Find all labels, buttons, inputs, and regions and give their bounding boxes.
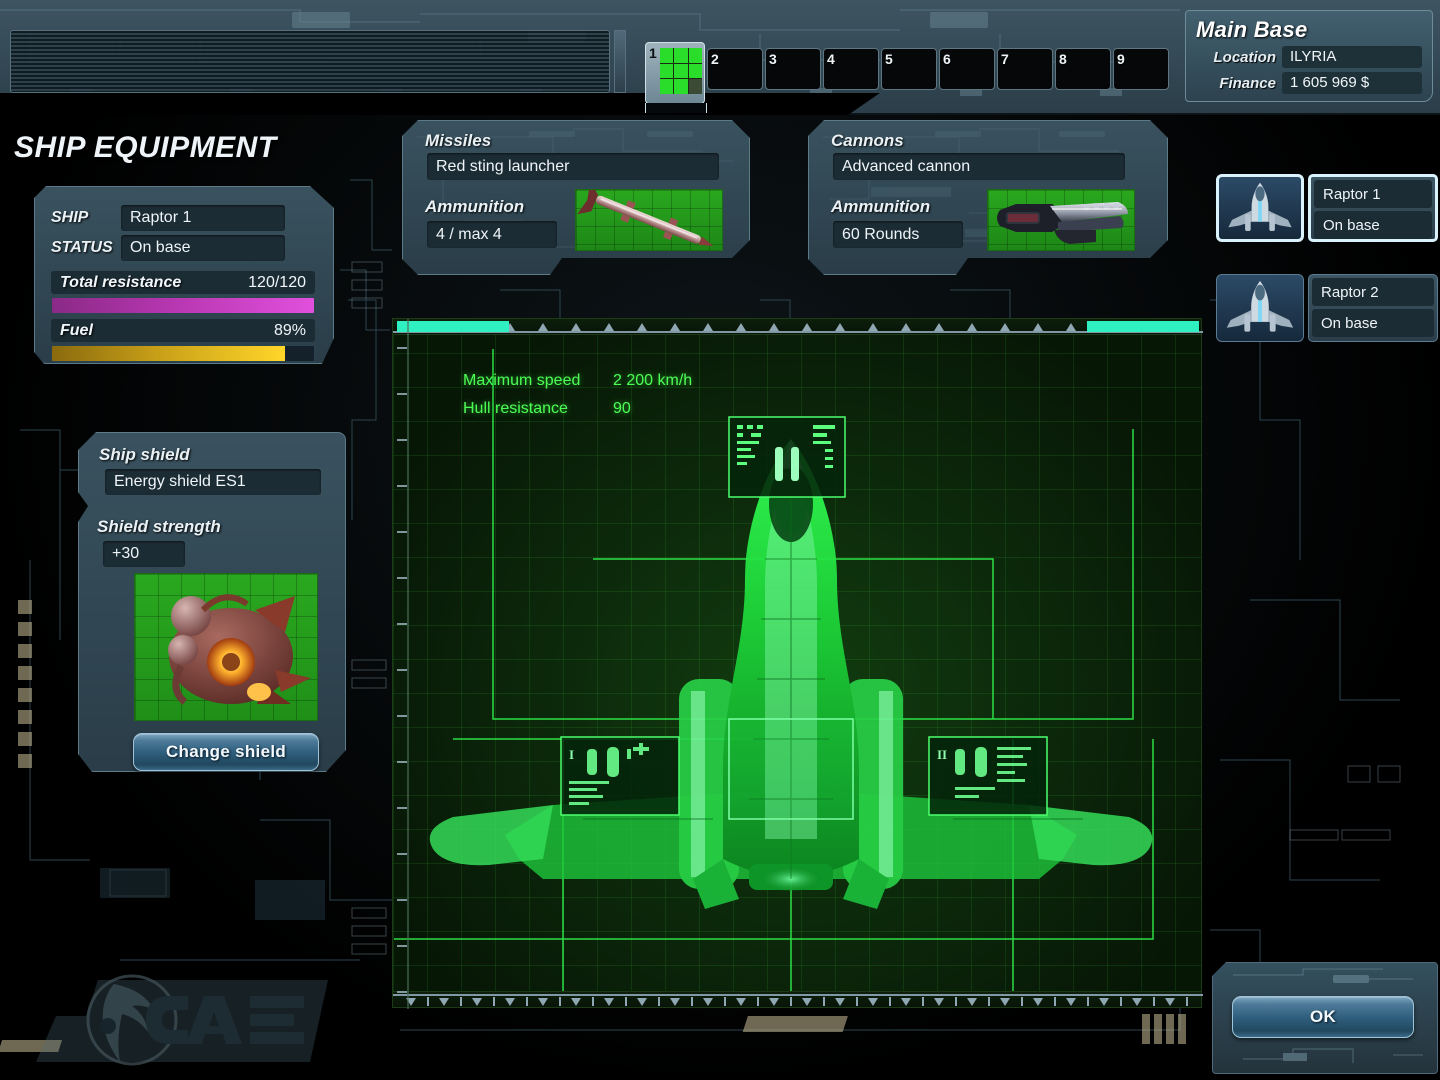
base-tab-number: 6 bbox=[943, 51, 951, 67]
blueprint-stats: Maximum speed 2 200 km/h Hull resistance 9… bbox=[463, 367, 692, 423]
base-tab-4[interactable]: 4 bbox=[823, 48, 879, 90]
main-base-finance-row: Finance 1 605 969 $ bbox=[1196, 71, 1422, 95]
resistance-bar-fill bbox=[52, 298, 314, 313]
ok-button[interactable]: OK bbox=[1232, 996, 1414, 1038]
hull-resistance-label: Hull resistance bbox=[463, 400, 568, 417]
base-tab-5[interactable]: 5 bbox=[881, 48, 937, 90]
resistance-label: Total resistance bbox=[60, 273, 182, 291]
missiles-title: Missiles bbox=[425, 131, 492, 150]
fuel-bar-fill bbox=[52, 346, 286, 361]
cab-logo-graphic bbox=[36, 974, 328, 1066]
main-base-title: Main Base bbox=[1196, 17, 1308, 42]
base-tab-bar[interactable]: 1 2 3 4 5 6 7 8 9 bbox=[645, 42, 1171, 113]
resistance-value: 120/120 bbox=[248, 273, 306, 291]
cab-logo bbox=[28, 970, 348, 1072]
ship-blueprint-viewport[interactable]: I II Maximum speed 2 200 km/h Hull resis… bbox=[392, 318, 1203, 1009]
main-base-location-row: Location ILYRIA bbox=[1196, 45, 1422, 69]
base-minimap-icon bbox=[660, 48, 702, 94]
missiles-panel: Missiles Red sting launcher Ammunition 4… bbox=[402, 120, 750, 275]
max-speed-label: Maximum speed bbox=[463, 372, 581, 389]
base-tab-1[interactable]: 1 bbox=[645, 42, 707, 113]
ship-icon bbox=[1228, 182, 1292, 232]
ship-icon bbox=[1226, 280, 1294, 332]
base-tab-number: 7 bbox=[1001, 51, 1009, 67]
ship-card-name: Raptor 2 bbox=[1312, 278, 1434, 306]
base-tab-8[interactable]: 8 bbox=[1055, 48, 1111, 90]
finance-label: Finance bbox=[1219, 74, 1276, 92]
cannons-ammo-value: 60 Rounds bbox=[833, 221, 963, 248]
shield-sprite bbox=[168, 594, 311, 705]
cannons-ammo-label: Ammunition bbox=[831, 197, 931, 216]
callout-cockpit bbox=[728, 416, 846, 498]
base-tab-9[interactable]: 9 bbox=[1113, 48, 1169, 90]
ship-info-panel: SHIP Raptor 1 STATUS On base Total resis… bbox=[34, 186, 334, 364]
finance-value: 1 605 969 $ bbox=[1282, 72, 1422, 94]
ship-card-status: On base bbox=[1312, 309, 1434, 337]
callout-right-weapon: II bbox=[928, 736, 1048, 816]
callout-left-weapon: I bbox=[560, 736, 680, 816]
ship-card[interactable]: Raptor 1 On base bbox=[1216, 174, 1438, 242]
fuel-value: 89% bbox=[273, 321, 306, 339]
cannon-sprite bbox=[997, 202, 1128, 244]
base-tab-number: 8 bbox=[1059, 51, 1067, 67]
cannons-title: Cannons bbox=[831, 131, 904, 150]
total-resistance-meter: Total resistance 120/120 bbox=[51, 271, 315, 314]
hull-resistance-value: 90 bbox=[613, 400, 631, 417]
base-tab-number: 3 bbox=[769, 51, 777, 67]
base-tab-7[interactable]: 7 bbox=[997, 48, 1053, 90]
blueprint-left-ruler bbox=[397, 319, 409, 1009]
ship-thumbnail[interactable] bbox=[1216, 174, 1304, 242]
base-tab-number: 9 bbox=[1117, 51, 1125, 67]
blueprint-bottom-rail bbox=[393, 991, 1203, 1007]
missiles-ammo-value: 4 / max 4 bbox=[427, 221, 557, 248]
game-window: 1 2 3 4 5 6 7 8 9 Main Base Location ILYRIA Fina… bbox=[0, 0, 1440, 1080]
base-tab-number: 5 bbox=[885, 51, 893, 67]
svg-text:II: II bbox=[937, 747, 947, 762]
cannon-item-image bbox=[987, 189, 1135, 251]
status-label: STATUS bbox=[51, 239, 113, 256]
base-tab-number: 4 bbox=[827, 51, 835, 67]
location-label: Location bbox=[1213, 48, 1277, 66]
base-tab-3[interactable]: 3 bbox=[765, 48, 821, 90]
missiles-name-value: Red sting launcher bbox=[427, 153, 719, 180]
ship-label: SHIP bbox=[51, 209, 89, 226]
cannons-panel: Cannons Advanced cannon Ammunition 60 Ro… bbox=[808, 120, 1168, 275]
shield-title: Ship shield bbox=[99, 445, 190, 464]
ship-card-info: Raptor 1 On base bbox=[1308, 174, 1438, 242]
max-speed-value: 2 200 km/h bbox=[613, 372, 693, 389]
blueprint-top-rail bbox=[393, 319, 1203, 335]
shield-strength-label: Shield strength bbox=[97, 517, 221, 536]
base-tab-2[interactable]: 2 bbox=[707, 48, 763, 90]
ship-thumbnail[interactable] bbox=[1216, 274, 1304, 342]
missile-item-image bbox=[575, 189, 723, 251]
ship-card[interactable]: Raptor 2 On base bbox=[1216, 274, 1438, 342]
base-tab-6[interactable]: 6 bbox=[939, 48, 995, 90]
cannons-name-value: Advanced cannon bbox=[833, 153, 1125, 180]
base-tab-number: 1 bbox=[649, 45, 657, 61]
page-title: SHIP EQUIPMENT bbox=[14, 131, 277, 164]
ship-list-frame bbox=[1204, 115, 1440, 1080]
missiles-ammo-label: Ammunition bbox=[425, 197, 525, 216]
status-value: On base bbox=[121, 235, 285, 261]
ship-card-status: On base bbox=[1314, 211, 1432, 239]
fuel-label: Fuel bbox=[60, 321, 93, 339]
ship-value: Raptor 1 bbox=[121, 205, 285, 231]
fuel-meter: Fuel 89% bbox=[51, 319, 315, 362]
location-value: ILYRIA bbox=[1282, 46, 1422, 68]
top-display-strip-end bbox=[614, 30, 626, 93]
ship-shield-panel: Ship shield Energy shield ES1 Shield str… bbox=[78, 432, 346, 772]
ship-card-name: Raptor 1 bbox=[1314, 180, 1432, 208]
change-shield-button[interactable]: Change shield bbox=[133, 733, 319, 771]
top-display-strip bbox=[10, 30, 610, 93]
main-base-info: Main Base Location ILYRIA Finance 1 605 … bbox=[1185, 10, 1433, 102]
missile-sprite bbox=[577, 190, 714, 247]
base-tab-number: 2 bbox=[711, 51, 719, 67]
shield-strength-value: +30 bbox=[103, 541, 185, 567]
shield-name-value: Energy shield ES1 bbox=[105, 469, 321, 495]
shield-item-image bbox=[134, 573, 318, 721]
svg-text:I: I bbox=[569, 747, 574, 762]
ship-card-info: Raptor 2 On base bbox=[1308, 274, 1438, 342]
